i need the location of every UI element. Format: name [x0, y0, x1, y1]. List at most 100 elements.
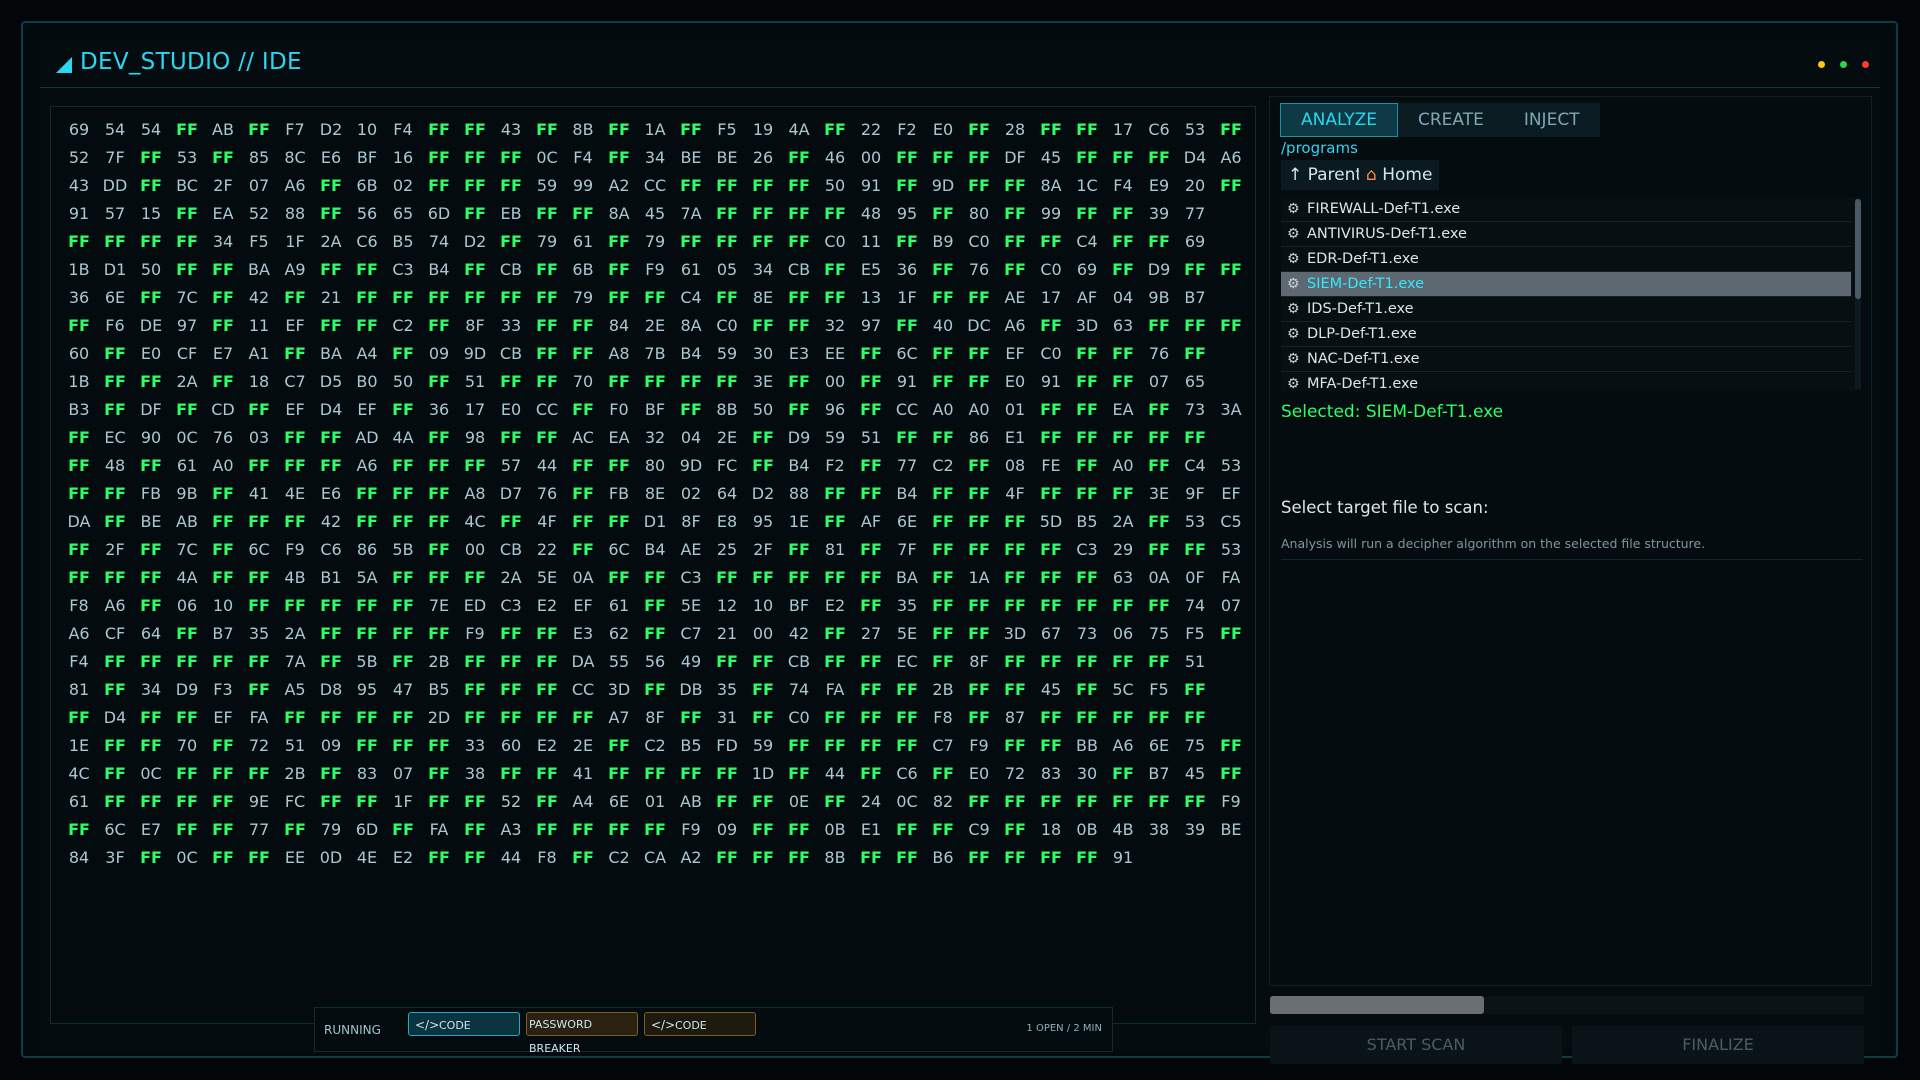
hex-byte: FF — [536, 680, 558, 699]
hex-byte: 39 — [1184, 820, 1206, 839]
hex-byte: FF — [752, 792, 774, 811]
hex-byte: 80 — [968, 204, 990, 223]
hex-byte: C5 — [1220, 512, 1242, 531]
hex-byte: FF — [752, 680, 774, 699]
file-item-nac[interactable]: ⚙ NAC-Def-T1.exe — [1281, 347, 1851, 372]
hex-byte: FF — [464, 288, 486, 307]
hex-byte: F4 — [573, 148, 593, 167]
hex-byte: 22 — [536, 540, 558, 559]
hex-byte: F4 — [393, 120, 413, 139]
file-name: NAC-Def-T1.exe — [1307, 351, 1420, 367]
gear-icon: ⚙ — [1287, 201, 1300, 217]
task-code-2[interactable]: </>CODE — [644, 1012, 756, 1036]
hex-byte: FF — [248, 680, 270, 699]
file-item-antivirus[interactable]: ⚙ ANTIVIRUS-Def-T1.exe — [1281, 222, 1851, 247]
hex-byte: 9E — [248, 792, 270, 811]
file-item-dlp[interactable]: ⚙ DLP-Def-T1.exe — [1281, 322, 1851, 347]
hex-byte: FF — [572, 344, 594, 363]
hex-byte: BA — [896, 568, 918, 587]
hex-byte: FF — [140, 176, 162, 195]
hex-byte: B6 — [932, 848, 954, 867]
hex-byte: CA — [643, 848, 667, 867]
hex-byte: 72 — [248, 736, 270, 755]
maximize-dot[interactable] — [1840, 61, 1847, 68]
task-label: PASSWORD BREAKER — [529, 1018, 593, 1055]
hex-byte: 00 — [752, 624, 774, 643]
hex-byte: E0 — [140, 344, 162, 363]
hex-byte: FF — [968, 456, 990, 475]
task-code-1[interactable]: </>CODE — [408, 1012, 520, 1036]
hex-byte: 00 — [464, 540, 486, 559]
hex-byte: CB — [787, 652, 811, 671]
hex-byte: 08 — [1004, 456, 1026, 475]
hex-byte: 29 — [1112, 540, 1134, 559]
hex-byte: 90 — [140, 428, 162, 447]
gear-icon: ⚙ — [1287, 251, 1300, 267]
file-item-firewall[interactable]: ⚙ FIREWALL-Def-T1.exe — [1281, 197, 1851, 222]
hex-byte: FF — [608, 512, 630, 531]
hex-byte: 53 — [176, 148, 198, 167]
file-item-mfa[interactable]: ⚙ MFA-Def-T1.exe — [1281, 372, 1851, 391]
hex-byte: FF — [608, 120, 630, 139]
tab-create[interactable]: CREATE — [1398, 103, 1504, 137]
hex-byte: FF — [1112, 428, 1134, 447]
hex-byte: 7A — [284, 652, 306, 671]
hex-byte: 8A — [608, 204, 630, 223]
hex-byte: 50 — [824, 176, 846, 195]
hex-byte: B5 — [392, 232, 414, 251]
file-list-scrollbar[interactable] — [1855, 199, 1861, 389]
hex-byte: 5D — [1039, 512, 1063, 531]
hex-byte: 61 — [572, 232, 594, 251]
hex-byte: FF — [896, 148, 918, 167]
hex-byte: FF — [248, 652, 270, 671]
hex-byte: C0 — [716, 316, 738, 335]
hex-byte: FF — [464, 820, 486, 839]
hex-byte: FF — [140, 848, 162, 867]
hex-byte: 54 — [140, 120, 162, 139]
hex-byte: 97 — [860, 316, 882, 335]
hex-byte: 74 — [1184, 596, 1206, 615]
hex-byte: DA — [67, 512, 91, 531]
minimize-dot[interactable] — [1818, 61, 1825, 68]
hex-byte: FF — [212, 316, 234, 335]
hex-byte: FF — [536, 792, 558, 811]
hex-byte: 50 — [752, 400, 774, 419]
file-item-ids[interactable]: ⚙ IDS-Def-T1.exe — [1281, 297, 1851, 322]
hex-byte: FF — [1148, 596, 1170, 615]
hex-byte: CF — [176, 344, 198, 363]
file-item-edr[interactable]: ⚙ EDR-Def-T1.exe — [1281, 247, 1851, 272]
hex-byte: FF — [212, 792, 234, 811]
hex-byte: A8 — [464, 484, 486, 503]
tab-inject[interactable]: INJECT — [1504, 103, 1600, 137]
hex-byte: 59 — [824, 428, 846, 447]
hex-byte: 3D — [1075, 316, 1099, 335]
gear-icon: ⚙ — [1287, 351, 1300, 367]
hex-byte: FC — [284, 792, 306, 811]
hex-byte: FF — [644, 680, 666, 699]
hex-byte: BA — [320, 344, 342, 363]
file-item-siem[interactable]: ⚙ SIEM-Def-T1.exe — [1281, 272, 1851, 297]
tab-analyze[interactable]: ANALYZE — [1280, 103, 1398, 137]
hex-byte: FF — [536, 624, 558, 643]
code-icon: </> — [651, 1018, 676, 1032]
start-scan-button[interactable]: START SCAN — [1270, 1026, 1562, 1064]
hex-byte: 69 — [1184, 232, 1206, 251]
hex-byte: 4B — [1112, 820, 1134, 839]
file-list: ⚙ FIREWALL-Def-T1.exe ⚙ ANTIVIRUS-Def-T1… — [1281, 197, 1861, 391]
hex-byte: FF — [1148, 428, 1170, 447]
hex-byte: 99 — [1040, 204, 1062, 223]
hex-byte: FF — [536, 820, 558, 839]
hex-byte: 82 — [932, 792, 954, 811]
parent-button[interactable]: ↑ Parent — [1281, 160, 1370, 190]
finalize-button[interactable]: FINALIZE — [1572, 1026, 1864, 1064]
file-list-scroll-thumb[interactable] — [1855, 199, 1861, 299]
hex-byte: FF — [824, 484, 846, 503]
hex-byte: C2 — [392, 316, 414, 335]
hex-byte: A1 — [248, 344, 270, 363]
hex-byte: 1B — [68, 260, 90, 279]
close-dot[interactable] — [1862, 61, 1869, 68]
home-button[interactable]: ⌂ Home — [1359, 160, 1440, 190]
hex-byte: FF — [644, 764, 666, 783]
hex-byte: FF — [788, 848, 810, 867]
task-password-breaker[interactable]: PASSWORD BREAKER — [526, 1012, 638, 1055]
